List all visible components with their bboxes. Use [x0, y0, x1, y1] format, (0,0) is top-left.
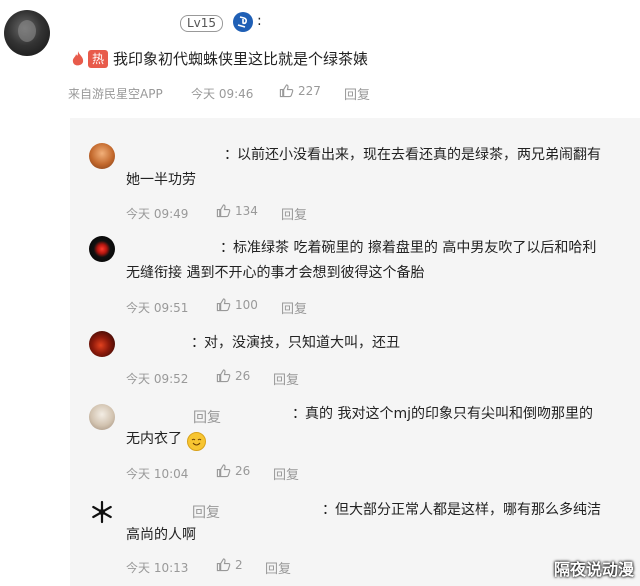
like-button[interactable]: 134: [216, 203, 258, 218]
reply-text-line: 她一半功劳: [126, 172, 196, 188]
thumb-up-icon: [216, 558, 231, 572]
reply-time: 今天 09:52: [126, 372, 189, 386]
reply-meta: 今天 09:49 134 回复: [0, 203, 640, 224]
inline-reply-label: 回复: [192, 505, 220, 521]
like-button[interactable]: 2: [216, 557, 243, 572]
like-count: 134: [235, 203, 258, 218]
reply-meta: 今天 10:13 2 回复: [0, 557, 640, 578]
reply-text-line: 高尚的人啊: [126, 527, 196, 543]
reply-avatar[interactable]: [89, 404, 115, 430]
snowflake-icon: [92, 500, 112, 524]
reply-meta: 今天 09:52 26 回复: [0, 368, 640, 389]
comment-time: 今天 09:46: [191, 87, 254, 101]
reply-avatar[interactable]: [89, 499, 115, 525]
thumb-up-icon: [216, 369, 231, 383]
reply-prefix: ：: [292, 406, 306, 422]
hot-badge: 热: [88, 50, 108, 68]
reply-text-line: 以前还小没看出来，现在去看还真的是绿茶，两兄弟闹翻有: [237, 147, 601, 163]
hot-label: 热: [91, 52, 104, 66]
thumb-up-icon: [216, 464, 231, 478]
source-app: 来自游民星空APP: [68, 87, 163, 101]
username-colon: :: [257, 13, 262, 29]
reply-prefix: ：: [224, 147, 238, 163]
like-button[interactable]: 26: [216, 368, 250, 383]
reply-button[interactable]: 回复: [273, 464, 299, 483]
thumb-up-icon: [216, 298, 231, 312]
reply-time: 今天 10:13: [126, 561, 189, 575]
like-count: 227: [298, 83, 321, 98]
reply-text-line: 标准绿茶 吃着碗里的 擦着盘里的 高中男友吹了以后和哈利: [233, 240, 597, 256]
reply-button[interactable]: 回复: [281, 298, 307, 317]
playstation-icon: [233, 12, 253, 32]
level-badge: Lv15: [180, 15, 224, 32]
watermark: 隔夜说动漫: [553, 560, 634, 579]
reply-text-line: 但大部分正常人都是这样，哪有那么多纯洁: [335, 502, 601, 518]
reply-text-line: 真的 我对这个mj的印象只有尖叫和倒吻那里的: [305, 406, 593, 422]
reply-button[interactable]: 回复: [281, 204, 307, 223]
top-commenter-avatar[interactable]: [4, 10, 50, 56]
inline-reply-label: 回复: [193, 410, 221, 426]
like-button[interactable]: 100: [216, 297, 258, 312]
reply-prefix: ：: [322, 502, 336, 518]
top-comment-meta: 来自游民星空APP 今天 09:46 227 回复: [0, 83, 640, 104]
like-count: 100: [235, 297, 258, 312]
reply-prefix: ：: [191, 335, 205, 351]
thumb-up-icon: [216, 204, 231, 218]
reply-meta: 今天 09:51 100 回复: [0, 297, 640, 318]
hot-flame-icon: [70, 50, 86, 68]
reply-button[interactable]: 回复: [265, 558, 291, 577]
reply-time: 今天 09:49: [126, 207, 189, 221]
like-count: 26: [235, 368, 251, 383]
reply-meta: 今天 10:04 26 回复: [0, 463, 640, 484]
reply-time: 今天 10:04: [126, 467, 189, 481]
like-button[interactable]: 26: [216, 463, 250, 478]
like-count: 26: [235, 463, 251, 478]
top-comment-text: 我印象初代蜘蛛侠里这比就是个绿茶婊: [113, 50, 369, 68]
reply-button[interactable]: 回复: [344, 84, 370, 103]
reply-text-line: 无内衣了: [126, 431, 182, 447]
reply-avatar[interactable]: [89, 331, 115, 357]
reply-prefix: ：: [220, 240, 234, 256]
like-count: 2: [235, 557, 243, 572]
reply-avatar[interactable]: [89, 143, 115, 169]
reply-text-line: 无缝衔接 遇到不开心的事才会想到彼得这个备胎: [126, 265, 425, 281]
thumb-up-icon: [279, 84, 294, 98]
reply-button[interactable]: 回复: [273, 369, 299, 388]
reply-time: 今天 09:51: [126, 301, 189, 315]
reply-text-line: 对，没演技，只知道大叫，还丑: [204, 335, 400, 351]
like-button[interactable]: 227: [279, 83, 321, 98]
reply-avatar[interactable]: [89, 236, 115, 262]
smile-emoji-icon: [187, 432, 206, 451]
